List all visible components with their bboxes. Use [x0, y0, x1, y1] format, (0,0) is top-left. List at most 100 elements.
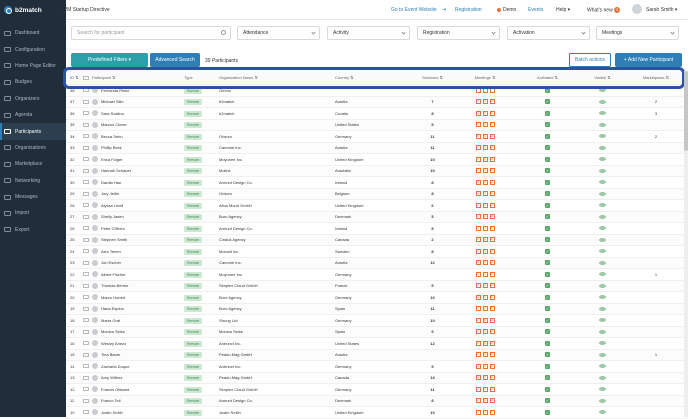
sidebar-item-participants[interactable]: Participants [0, 123, 66, 140]
participant-name[interactable]: Shelly Jasen [101, 214, 124, 219]
predefined-filters-button[interactable]: Predefined Filters ▾ [71, 53, 148, 67]
table-row[interactable]: 28 Alyssa Linell Remote Altus Mond GmbH Unit… [66, 200, 688, 212]
col-meetings[interactable]: Meetings ⇅ [450, 75, 520, 80]
col-visible[interactable]: Visible ⇅ [575, 75, 630, 80]
sidebar-item-messages[interactable]: Messages [0, 189, 66, 205]
cell-participant[interactable]: Hana Espino [83, 305, 184, 312]
cell-participant[interactable]: Albert Fischer [83, 271, 184, 278]
cell-participant[interactable]: Justin Smith [83, 409, 184, 416]
row-checkbox[interactable] [83, 122, 89, 127]
cell-participant[interactable]: Thomas Bentur [83, 282, 184, 289]
cell-participant[interactable]: Alex Tenen [83, 248, 184, 255]
table-row[interactable]: 38 Fernanda Rinke Remote Ommo ✓ [66, 85, 688, 97]
cell-participant[interactable]: Stephen Smith [83, 236, 184, 243]
row-checkbox[interactable] [83, 295, 89, 300]
whats-new-link[interactable]: What's new 3 [587, 7, 621, 13]
cell-participant[interactable]: Hannah Schauer [83, 167, 184, 174]
sidebar-item-agenda[interactable]: Agenda [0, 107, 66, 123]
table-row[interactable]: 34 Becca Sehn Remote Orisom Germany 11 4 1 0 ✓ 2 [66, 131, 688, 143]
search-input[interactable]: Search for participant [71, 26, 231, 40]
eye-icon[interactable] [599, 398, 606, 403]
participant-name[interactable]: Monica Seiss [101, 329, 125, 334]
sidebar-item-organizations[interactable]: Organizations [0, 140, 66, 156]
row-checkbox[interactable] [83, 329, 89, 334]
row-checkbox[interactable] [83, 249, 89, 254]
table-row[interactable]: 14 Zacharia Duque Remote Antrunct Inc. Germa… [66, 361, 688, 373]
row-checkbox[interactable] [83, 260, 89, 265]
participant-name[interactable]: Michael Silio [101, 99, 123, 104]
table-row[interactable]: 20 Marco Hubert Remote Buro Agency Germany 10… [66, 292, 688, 304]
eye-icon[interactable] [599, 272, 606, 277]
row-checkbox[interactable] [83, 387, 89, 392]
sidebar-item-export[interactable]: Export [0, 222, 66, 238]
row-checkbox[interactable] [83, 145, 89, 150]
cell-participant[interactable]: Becca Sehn [83, 133, 184, 140]
eye-icon[interactable] [599, 191, 606, 196]
cell-participant[interactable]: Shelly Jasen [83, 213, 184, 220]
row-checkbox[interactable] [83, 352, 89, 357]
participant-name[interactable]: Alex Tenen [101, 249, 121, 254]
row-checkbox[interactable] [83, 226, 89, 231]
table-row[interactable]: 12 Francis Ottward Remote Simplex Cloud Gmb… [66, 384, 688, 396]
cell-participant[interactable]: Sara Svalina [83, 110, 184, 117]
table-row[interactable]: 15 Tina Bauer Remote Peado Mag GmbH Austria 2… [66, 349, 688, 361]
cell-participant[interactable]: Erica Folger [83, 156, 184, 163]
events-link[interactable]: Events [528, 7, 543, 13]
help-menu[interactable]: Help ▾ [556, 7, 570, 13]
cell-participant[interactable]: Alyssa Linell [83, 202, 184, 209]
eye-icon[interactable] [599, 352, 606, 357]
eye-icon[interactable] [599, 168, 606, 173]
row-checkbox[interactable] [83, 88, 89, 93]
cell-participant[interactable]: Phillip Beck [83, 144, 184, 151]
eye-icon[interactable] [599, 214, 606, 219]
eye-icon[interactable] [599, 364, 606, 369]
participant-name[interactable]: Amy Withes [101, 375, 122, 380]
table-row[interactable]: 29 Jory Jeltin Remote Orisom Belgium 8 1 1 0 ✓ [66, 188, 688, 200]
row-checkbox[interactable] [83, 237, 89, 242]
table-row[interactable]: 25 Stephen Smith Remote Cinduk Agency Canada… [66, 234, 688, 246]
sidebar-item-import[interactable]: Import [0, 205, 66, 221]
cell-participant[interactable]: Dardia Han [83, 179, 184, 186]
row-checkbox[interactable] [83, 99, 89, 104]
participant-name[interactable]: Stephen Smith [101, 237, 127, 242]
user-menu[interactable]: Sarah Smith ▾ [646, 7, 677, 13]
participant-name[interactable]: Thomas Bentur [101, 283, 128, 288]
participant-name[interactable]: Erica Folger [101, 157, 123, 162]
eye-icon[interactable] [599, 341, 606, 346]
participant-name[interactable]: Hana Espino [101, 306, 124, 311]
meetings-select[interactable]: Meetings [596, 26, 679, 40]
row-checkbox[interactable] [83, 306, 89, 311]
table-row[interactable]: 36 Sara Svalina Remote b2match Croatia 8 1 0 0 ✓ 3 [66, 108, 688, 120]
activity-select[interactable]: Activity [327, 26, 410, 40]
activation-select[interactable]: Activation [507, 26, 590, 40]
row-checkbox[interactable] [83, 272, 89, 277]
cell-participant[interactable]: Zacharia Duque [83, 363, 184, 370]
cell-participant[interactable]: Monica Seiss [83, 328, 184, 335]
table-row[interactable]: 21 Thomas Bentur Remote Simplex Cloud GmbH F… [66, 280, 688, 292]
row-checkbox[interactable] [83, 157, 89, 162]
cell-participant[interactable]: Francis Ottward [83, 386, 184, 393]
batch-actions-button[interactable]: Batch actions [569, 53, 611, 67]
participant-name[interactable]: Jory Jeltin [101, 191, 119, 196]
eye-icon[interactable] [599, 226, 606, 231]
col-marketplace[interactable]: Marketplace ⇅ [630, 75, 682, 80]
table-row[interactable]: 27 Shelly Jasen Remote Buro Agency Denmark 5 1… [66, 211, 688, 223]
cell-participant[interactable]: Marcus Clover [83, 121, 184, 128]
table-row[interactable]: 22 Albert Fischer Remote Moyunee Inc. German… [66, 269, 688, 281]
col-sessions[interactable]: Sessions ⇅ [415, 75, 450, 80]
col-type[interactable]: Type [184, 75, 219, 80]
eye-icon[interactable] [599, 387, 606, 392]
cell-participant[interactable]: Wesley Ariezo [83, 340, 184, 347]
sidebar-item-dashboard[interactable]: Dashboard [0, 25, 66, 41]
demo-link[interactable]: Demo [497, 7, 516, 13]
eye-icon[interactable] [599, 122, 606, 127]
eye-icon[interactable] [599, 157, 606, 162]
registration-link[interactable]: Registration [455, 7, 482, 13]
table-row[interactable]: 23 Jon Escher Remote Canome Inc. Austria 12 0 0… [66, 257, 688, 269]
sidebar-item-organizers[interactable]: Organizers [0, 91, 66, 107]
participant-name[interactable]: Hannah Schauer [101, 168, 131, 173]
select-all-checkbox[interactable] [83, 75, 89, 80]
eye-icon[interactable] [599, 203, 606, 208]
col-organization[interactable]: Organization Name ⇅ [219, 75, 335, 80]
sidebar-item-marketplace[interactable]: Marketplace [0, 156, 66, 172]
